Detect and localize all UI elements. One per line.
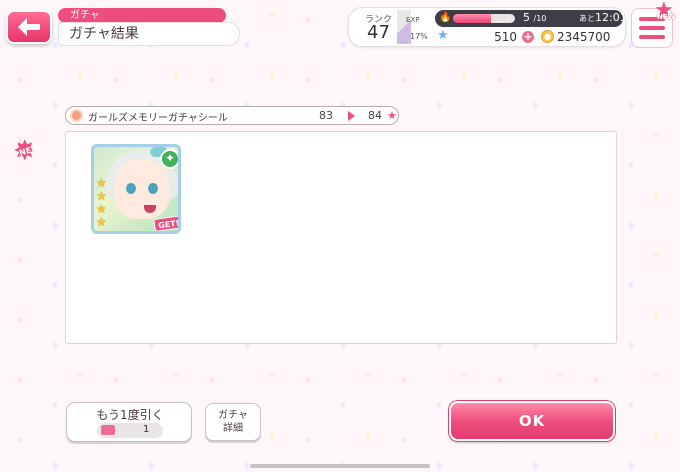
gacha-results-panel: ★ ★ ★ ★ ✦ GET! — [65, 131, 617, 344]
add-stars-button[interactable]: + — [521, 30, 535, 44]
back-button[interactable] — [6, 10, 52, 44]
card-attribute-icon: ✦ — [160, 149, 178, 169]
stamina-row: 🔥 5 /10 あと 12:01 + — [435, 10, 627, 27]
ok-button[interactable]: OK — [449, 401, 615, 441]
draw-again-button[interactable]: もう1度引く 1 — [66, 402, 192, 442]
menu-new-badge: ★ NEW — [652, 0, 678, 24]
sticker-icon — [70, 109, 83, 122]
rank-value: 47 — [367, 22, 390, 43]
fire-icon: 🔥 — [439, 12, 452, 23]
menu-line-icon — [639, 26, 665, 30]
card-rarity-stars: ★ ★ ★ ★ — [96, 177, 110, 228]
arrow-right-icon — [348, 111, 355, 121]
draw-again-label: もう1度引く — [96, 408, 164, 422]
back-arrow-icon — [18, 18, 40, 36]
gacha-detail-button[interactable]: ガチャ 詳細 — [205, 403, 261, 441]
coin-count: 2345700 — [557, 30, 611, 44]
detail-label-line2: 詳細 — [223, 423, 243, 434]
stamina-text: 5 /10 — [523, 11, 546, 24]
star-gem-icon: ★ — [437, 28, 449, 43]
card-eye — [126, 183, 136, 194]
recover-time: 12:01 — [595, 11, 627, 24]
ticket-icon — [101, 425, 115, 435]
draw-again-count: 1 — [143, 424, 150, 435]
gacha-sticker-bar: ガールズメモリーガチャシール 83 84 — [65, 106, 399, 125]
sticker-star-icon: ★ — [387, 109, 397, 122]
result-card[interactable]: ★ ★ ★ ★ ✦ GET! — [91, 144, 181, 234]
rarity-star-icon: ★ — [96, 202, 107, 216]
player-status-panel: ランク 47 EXP 17% 🔥 5 /10 あと 12:01 + ★ 510 … — [348, 7, 627, 47]
rarity-star-icon: ★ — [96, 215, 107, 229]
rarity-star-icon: ★ — [96, 189, 107, 203]
menu-line-icon — [639, 35, 665, 39]
stamina-current: 5 — [523, 11, 530, 24]
page-title: ガチャ結果 — [58, 22, 240, 46]
draw-again-cost: 1 — [97, 423, 163, 438]
card-new-badge: ✸ NEW — [13, 137, 49, 165]
menu-new-label: NEW — [657, 13, 676, 21]
sticker-count-after: 84 — [368, 109, 382, 122]
star-count: 510 — [494, 30, 517, 44]
stamina-fill — [453, 14, 492, 23]
card-eye — [148, 183, 158, 194]
card-character-face — [114, 159, 170, 219]
home-indicator[interactable] — [250, 464, 430, 468]
page-category: ガチャ — [58, 8, 226, 23]
exp-label: EXP — [406, 16, 420, 24]
recover-label: あと — [579, 14, 595, 23]
card-get-badge: GET! — [153, 215, 178, 231]
stamina-max: /10 — [533, 14, 547, 23]
sticker-count-before: 83 — [319, 109, 333, 122]
detail-label-line1: ガチャ — [218, 410, 248, 421]
coin-icon: ● — [541, 30, 554, 43]
sticker-name: ガールズメモリーガチャシール — [88, 113, 228, 124]
stamina-bar — [453, 14, 515, 23]
rarity-star-icon: ★ — [96, 176, 107, 190]
exp-percent: 17% — [410, 32, 428, 41]
page-title-box: ガチャ ガチャ結果 — [58, 8, 240, 46]
